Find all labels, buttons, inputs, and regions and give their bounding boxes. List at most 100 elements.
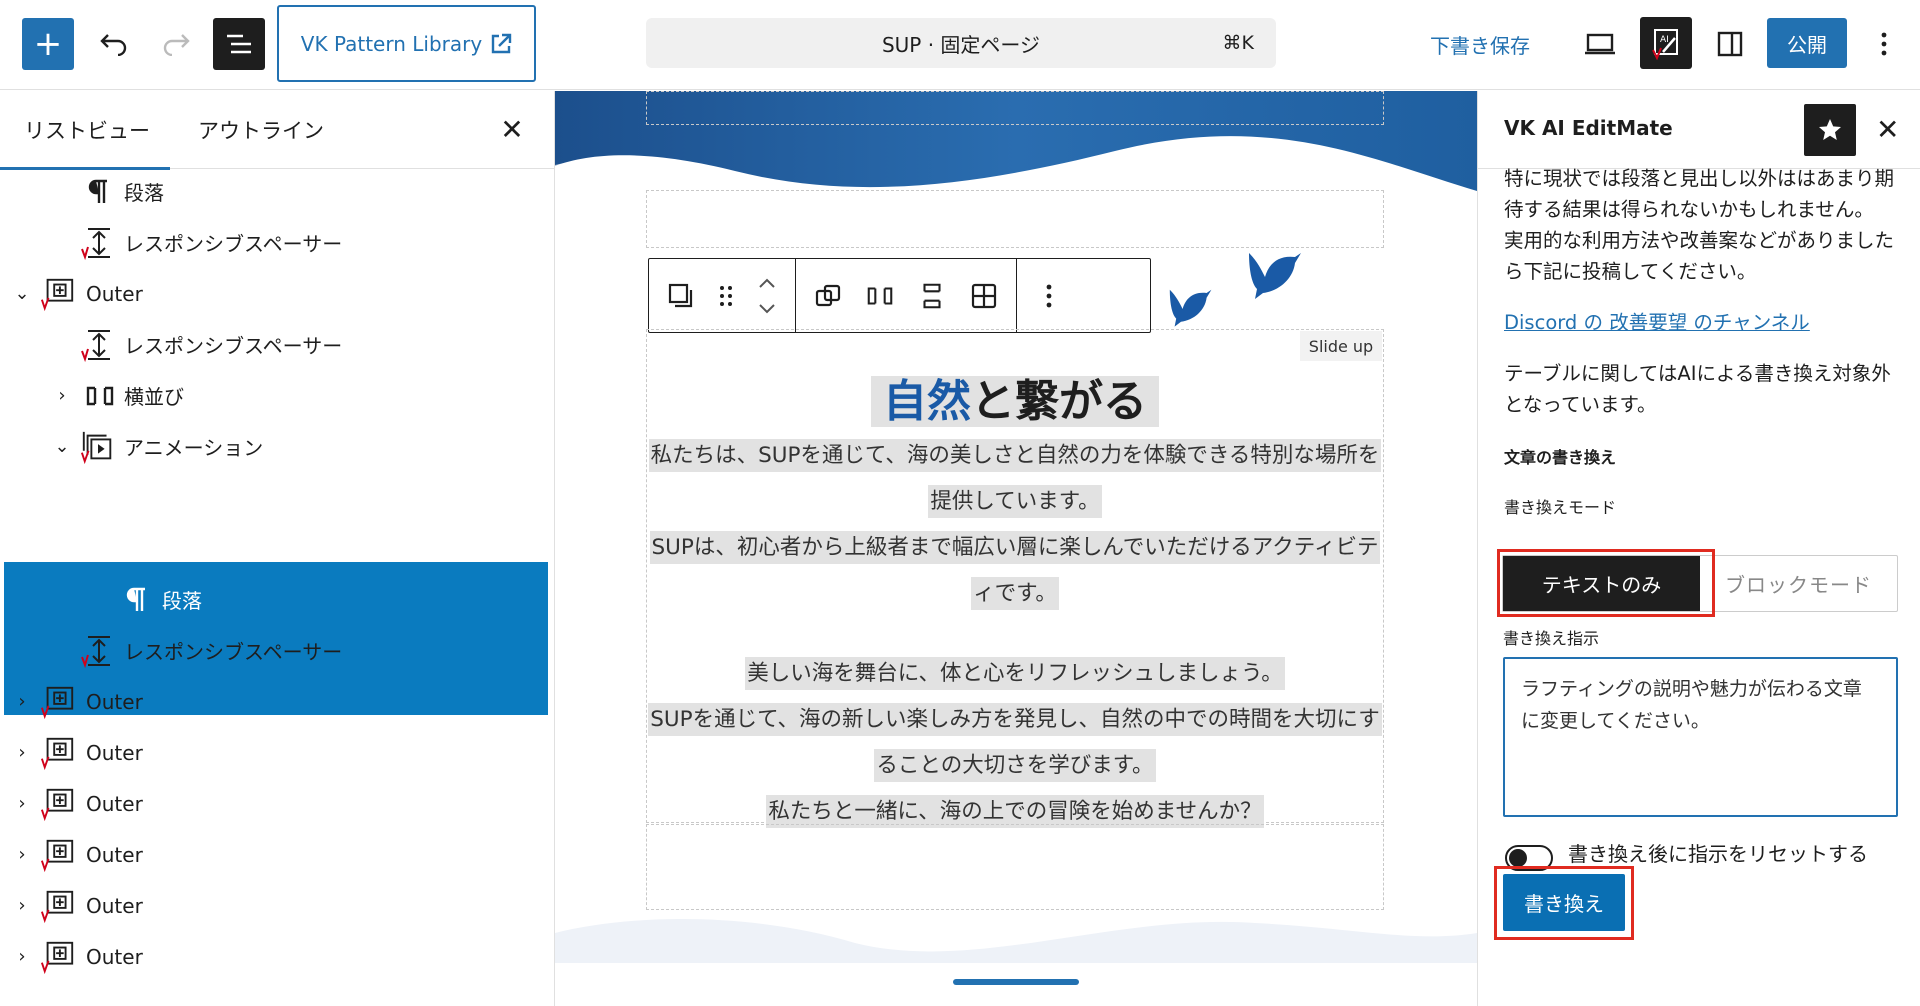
add-block-button[interactable]: + [22,18,74,70]
list-item[interactable]: › Outer [0,931,554,982]
multiple-blocks-icon [668,283,693,307]
document-overview-button[interactable] [213,18,265,70]
toolbar-group [1017,259,1081,332]
redo-button[interactable] [152,20,200,68]
chevron-up-down-icon [759,278,775,313]
paragraph-block[interactable]: 私たちは、SUPを通じて、海の美しさと自然の力を体験できる特別な場所を提供してい… [648,433,1382,617]
group-button[interactable] [804,272,852,320]
sidebar-title: VK AI EditMate [1504,116,1673,140]
chevron-right-icon[interactable]: › [12,742,32,763]
list-item[interactable]: ⌄ Outer [0,268,554,319]
paragraph-line: SUPを通じて、海の新しい楽しみ方を発見し、自然の中での時間を大切にすることの大… [648,703,1382,782]
vk-ai-editmate-button[interactable]: AI [1640,17,1692,69]
list-item[interactable]: レスポンシブスペーサー [0,625,554,676]
pin-sidebar-button[interactable] [1804,104,1856,156]
row-button[interactable] [856,272,904,320]
chevron-down-icon[interactable]: ⌄ [12,283,32,304]
list-item-selected[interactable]: 自然と繋がる ⋮ [0,472,554,523]
list-item[interactable]: › 横並び [0,370,554,421]
list-item[interactable]: レスポンシブスペーサー [0,217,554,268]
list-item-selected[interactable]: 段落 [0,523,554,574]
heading-accent-text: 自然 [883,376,971,427]
mode-block-button[interactable]: ブロックモード [1700,556,1897,611]
publish-button[interactable]: 公開 [1767,18,1847,68]
vk-pattern-library-button[interactable]: VK Pattern Library [277,5,536,82]
list-item-label: Outer [86,791,143,816]
paragraph-line: SUPは、初心者から上級者まで幅広い層に楽しんでいただけるアクティビティです。 [649,531,1381,610]
stack-button[interactable] [908,272,956,320]
close-panel-button[interactable]: ✕ [496,113,528,146]
drag-handle[interactable] [709,272,743,320]
list-item-selected[interactable]: 段落 [0,574,554,625]
vertical-ellipsis-icon [1881,32,1887,56]
outer-icon [40,786,76,822]
list-item-label: 段落 [162,538,202,562]
list-item[interactable]: 段落 [0,166,554,217]
move-buttons[interactable] [747,272,787,320]
chevron-right-icon[interactable]: › [12,844,32,865]
spacer-block[interactable] [646,824,1384,910]
list-item[interactable]: レスポンシブスペーサー [0,319,554,370]
list-item-label: レスポンシブスペーサー [124,232,343,256]
tab-outline[interactable]: アウトライン [198,91,324,169]
paragraph-block[interactable]: 美しい海を舞台に、体と心をリフレッシュしましょう。 SUPを通じて、海の新しい楽… [648,651,1382,835]
bird-icon [1169,289,1212,327]
chevron-right-icon[interactable]: › [12,793,32,814]
list-item-label: 段落 [124,181,164,205]
list-item[interactable]: › Outer [0,829,554,880]
intro-text: 特に現状では段落と見出し以外ははあまり期待する結果は得られないかもしれません。 … [1504,167,1895,283]
heading-block[interactable]: 自然と繋がる [648,371,1382,433]
paragraph-icon [118,582,154,618]
paragraph-icon [80,174,116,210]
desktop-preview-icon [1585,33,1615,55]
undo-button[interactable] [90,20,138,68]
block-options-button[interactable]: ⋮ [507,484,531,512]
options-menu-button[interactable] [1862,22,1906,66]
animation-icon [80,429,116,465]
discord-link[interactable]: Discord の 改善要望 のチャンネル [1504,307,1904,338]
stack-icon [923,283,941,308]
list-item-label: Outer [86,944,143,969]
ai-edit-icon: AI [1652,29,1678,60]
list-view-icon [227,34,251,54]
chevron-right-icon[interactable]: › [12,691,32,712]
mode-label: 書き換えモード [1504,498,1617,517]
tab-list-view[interactable]: リストビュー [0,91,170,170]
paragraph-icon [118,531,154,567]
chevron-right-icon[interactable]: › [12,895,32,916]
close-sidebar-button[interactable]: ✕ [1876,113,1899,146]
list-item[interactable]: › Outer [0,778,554,829]
toolbar-group [649,259,796,332]
grid-button[interactable] [960,272,1008,320]
document-title-bar[interactable]: SUP · 固定ページ ⌘K [646,18,1276,68]
block-options-button[interactable] [1025,272,1073,320]
external-link-icon [492,33,512,53]
preview-button[interactable] [1578,22,1622,66]
list-item-label: Outer [86,689,143,714]
chevron-right-icon[interactable]: › [12,946,32,967]
chevron-down-icon[interactable]: ⌄ [52,436,72,457]
save-draft-button[interactable]: 下書き保存 [1430,22,1530,66]
list-item-label: Outer [86,893,143,918]
outer-icon [40,888,76,924]
chevron-right-icon[interactable]: › [52,385,72,406]
list-item[interactable]: ⌄ アニメーション [0,421,554,472]
resize-handle[interactable] [953,979,1079,985]
instruction-textarea[interactable]: ラフティングの説明や魅力が伝わる文章に変更してください。 [1503,657,1898,817]
settings-sidebar-button[interactable] [1708,22,1752,66]
outer-icon [40,735,76,771]
sidebar-toggle-icon [1717,31,1743,57]
list-item-label: レスポンシブスペーサー [124,334,343,358]
outer-icon [40,684,76,720]
list-item[interactable]: › Outer [0,676,554,727]
list-item[interactable]: › Outer [0,727,554,778]
list-item[interactable]: › Outer [0,880,554,931]
paragraph-line: 私たちは、SUPを通じて、海の美しさと自然の力を体験できる特別な場所を提供してい… [648,439,1382,518]
list-item-label: 横並び [124,385,184,409]
block-type-button[interactable] [657,272,705,320]
table-note-text: テーブルに関してはAIによる書き換え対象外となっています。 [1504,362,1891,416]
editor-canvas[interactable]: Slide up 自然と繋がる 私たちは、SUPを通じて、海の美しさと自然の力を… [555,91,1477,1006]
list-item-label: レスポンシブスペーサー [124,640,343,664]
highlight-box [1497,549,1715,617]
spacer-block[interactable] [646,190,1384,248]
